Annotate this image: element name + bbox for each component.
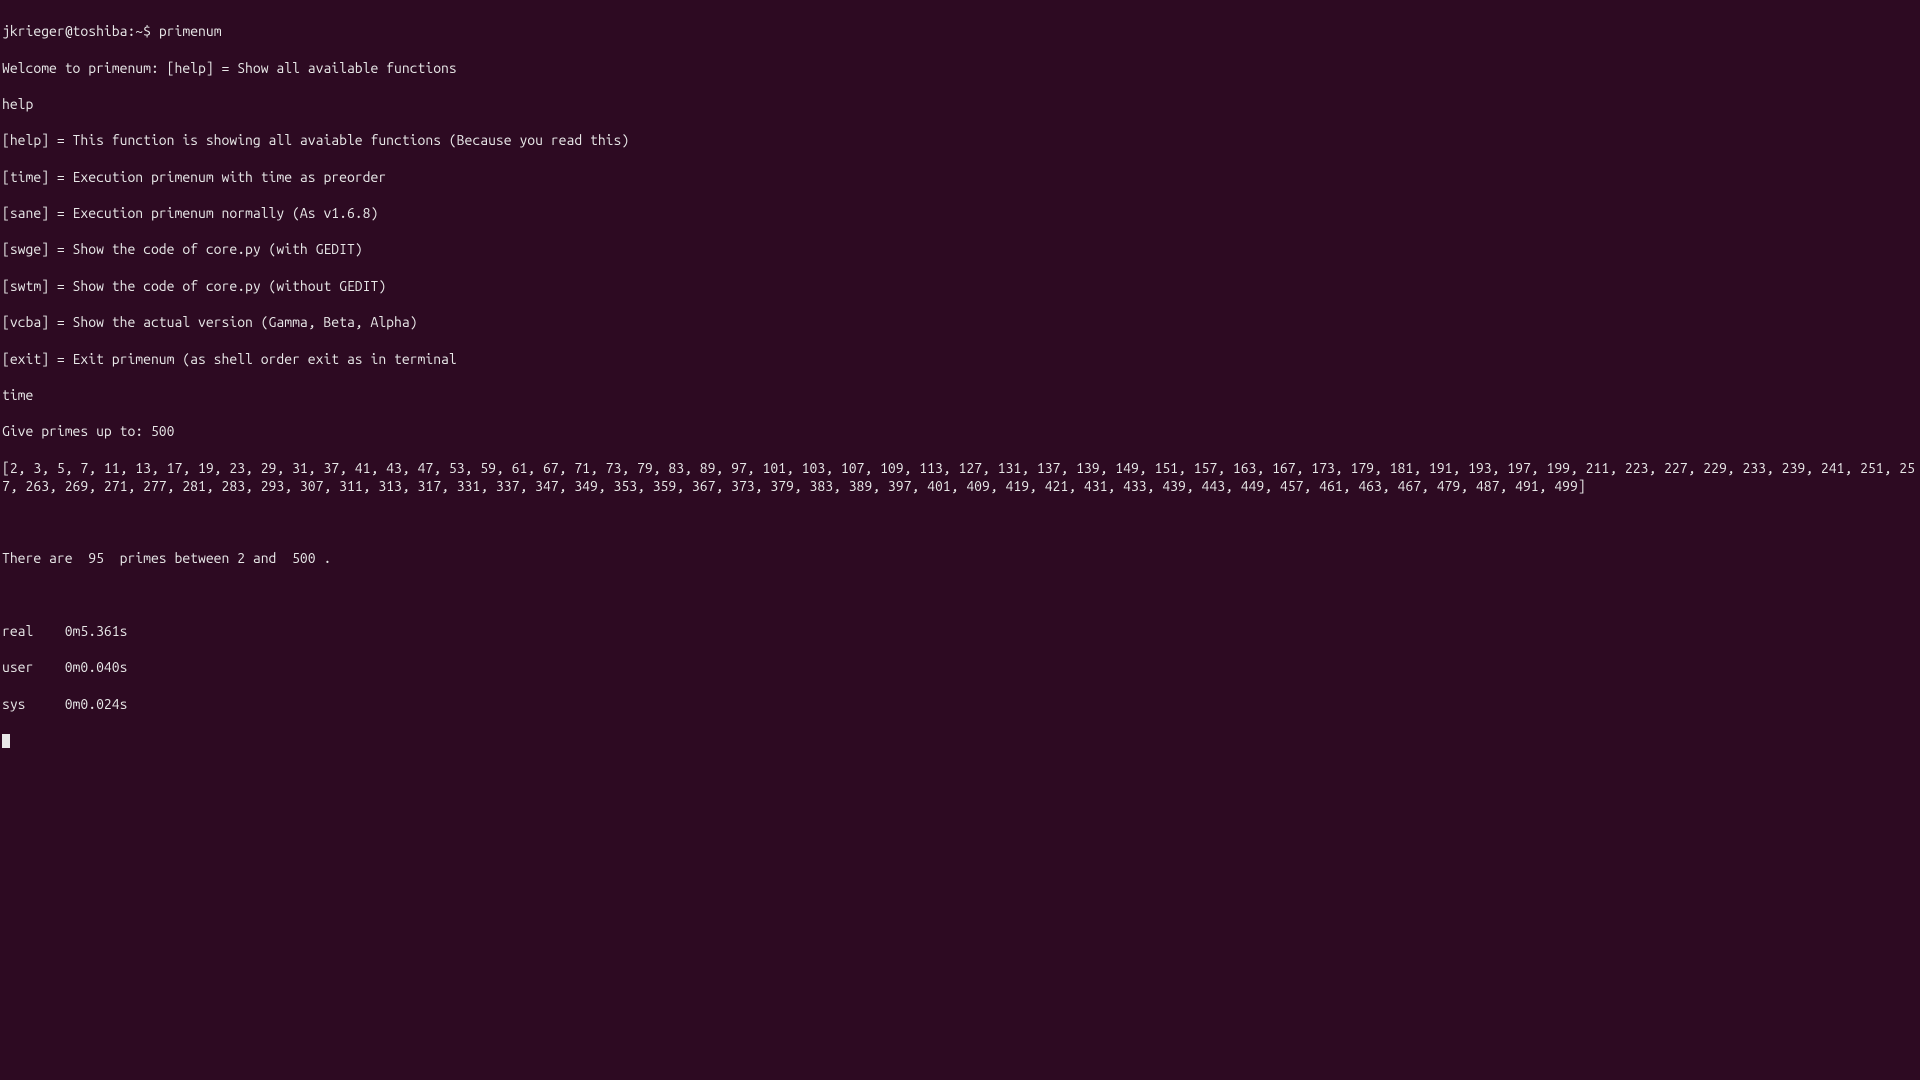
give-primes-line: Give primes up to: 500 <box>2 422 1918 440</box>
help-line-4: [swtm] = Show the code of core.py (witho… <box>2 277 1918 295</box>
help-line-6: [exit] = Exit primenum (as shell order e… <box>2 350 1918 368</box>
cursor-block-icon <box>2 734 10 748</box>
help-line-1: [time] = Execution primenum with time as… <box>2 168 1918 186</box>
blank-line <box>2 586 1918 604</box>
timing-real-line: real 0m5.361s <box>2 622 1918 640</box>
cursor-line <box>2 731 1918 749</box>
entered-command: primenum <box>159 23 222 39</box>
primes-count-line: There are 95 primes between 2 and 500 . <box>2 549 1918 567</box>
welcome-line: Welcome to primenum: [help] = Show all a… <box>2 59 1918 77</box>
primes-list-line: [2, 3, 5, 7, 11, 13, 17, 19, 23, 29, 31,… <box>2 459 1918 495</box>
terminal-output[interactable]: jkrieger@toshiba:~$ primenum Welcome to … <box>2 4 1918 768</box>
help-line-0: [help] = This function is showing all av… <box>2 131 1918 149</box>
timing-user-line: user 0m0.040s <box>2 658 1918 676</box>
help-line-3: [swge] = Show the code of core.py (with … <box>2 240 1918 258</box>
timing-sys-line: sys 0m0.024s <box>2 695 1918 713</box>
help-line-2: [sane] = Execution primenum normally (As… <box>2 204 1918 222</box>
prompt-line: jkrieger@toshiba:~$ primenum <box>2 22 1918 40</box>
blank-line <box>2 513 1918 531</box>
help-command-line: help <box>2 95 1918 113</box>
prompt-path: :~$ <box>127 23 158 39</box>
time-command-line: time <box>2 386 1918 404</box>
help-line-5: [vcba] = Show the actual version (Gamma,… <box>2 313 1918 331</box>
prompt-user-host: jkrieger@toshiba <box>2 23 127 39</box>
